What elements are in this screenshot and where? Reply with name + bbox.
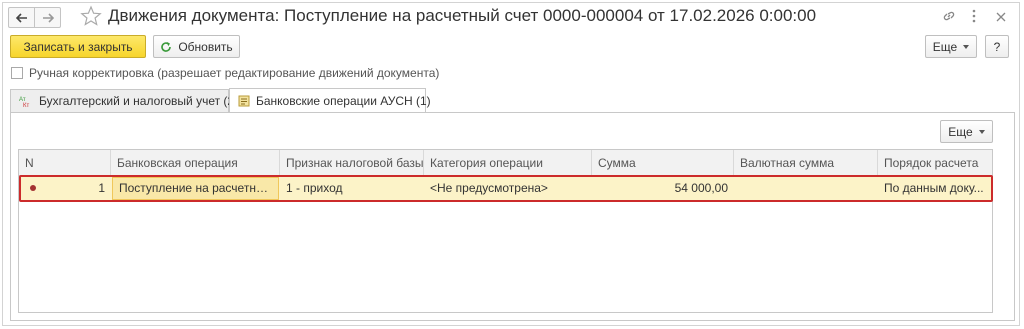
tab-bank-operations[interactable]: Банковские операции АУСН (1)	[229, 88, 431, 113]
chevron-down-icon	[963, 44, 970, 49]
save-and-close-button[interactable]: Записать и закрыть	[10, 35, 146, 58]
link-button[interactable]	[942, 9, 956, 26]
chevron-down-icon	[978, 129, 985, 134]
column-header-currency-amount[interactable]: Валютная сумма	[734, 150, 878, 176]
column-header-n[interactable]: N	[19, 150, 111, 176]
more-actions-button[interactable]	[972, 8, 976, 27]
favorite-button[interactable]	[80, 5, 102, 30]
manual-correction-checkbox[interactable]	[11, 67, 23, 79]
column-header-bank-operation[interactable]: Банковская операция	[111, 150, 280, 176]
accounting-icon: Ат Кт	[19, 95, 33, 107]
link-icon	[943, 11, 955, 21]
table-more-button[interactable]: Еще	[940, 120, 993, 143]
table-row[interactable]: 1 Поступление на расчетный ... 1 - прихо…	[19, 177, 992, 200]
tab-bank-operations-label: Банковские операции АУСН (1)	[256, 94, 431, 108]
operations-table[interactable]: N Банковская операция Признак налоговой …	[18, 149, 993, 313]
manual-correction-label: Ручная корректировка (разрешает редактир…	[29, 66, 440, 80]
more-dropdown-button[interactable]: Еще	[925, 35, 977, 58]
forward-button[interactable]	[34, 7, 61, 28]
cell-calculation-order[interactable]: По данным доку...	[878, 177, 992, 200]
cell-bank-operation[interactable]: Поступление на расчетный ...	[112, 177, 279, 200]
close-button[interactable]	[996, 11, 1006, 25]
back-arrow-icon	[15, 12, 27, 23]
help-label: ?	[993, 39, 1001, 54]
forward-arrow-icon	[42, 12, 54, 23]
cell-amount[interactable]: 54 000,00	[592, 177, 734, 200]
register-icon	[238, 95, 250, 107]
back-button[interactable]	[8, 7, 35, 28]
tab-accounting[interactable]: Ат Кт Бухгалтерский и налоговый учет (2)	[10, 89, 238, 112]
column-header-category[interactable]: Категория операции	[424, 150, 592, 176]
column-header-tax-base[interactable]: Признак налоговой базы	[280, 150, 424, 176]
cell-tax-base[interactable]: 1 - приход	[280, 177, 424, 200]
svg-text:Кт: Кт	[23, 103, 29, 107]
cell-currency-amount[interactable]	[734, 177, 878, 200]
help-button[interactable]: ?	[985, 35, 1009, 58]
cell-n[interactable]: 1	[19, 177, 111, 200]
star-icon	[80, 5, 102, 26]
window-title: Движения документа: Поступление на расче…	[108, 6, 817, 25]
more-icon	[972, 9, 976, 23]
close-icon	[996, 12, 1006, 22]
refresh-label: Обновить	[178, 39, 233, 54]
refresh-button[interactable]: Обновить	[153, 35, 240, 58]
more-label: Еще	[932, 39, 958, 54]
save-and-close-label: Записать и закрыть	[23, 39, 133, 54]
table-more-label: Еще	[948, 124, 973, 139]
table-header: N Банковская операция Признак налоговой …	[19, 150, 992, 176]
column-header-calculation-order[interactable]: Порядок расчета	[878, 150, 992, 176]
column-header-amount[interactable]: Сумма	[592, 150, 734, 176]
tab-accounting-label: Бухгалтерский и налоговый учет (2)	[39, 94, 239, 108]
cell-category[interactable]: <Не предусмотрена>	[424, 177, 592, 200]
refresh-icon	[161, 41, 172, 52]
